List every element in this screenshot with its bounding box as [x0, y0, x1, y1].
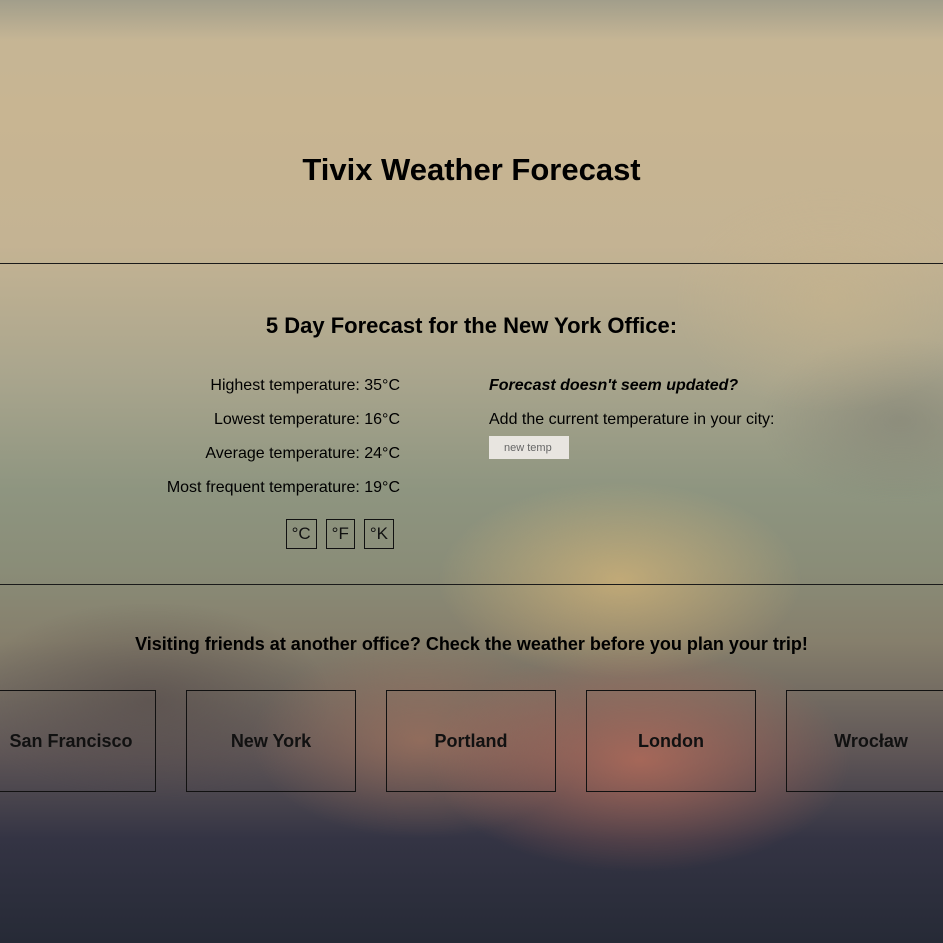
average-temperature: Average temperature: 24°C	[205, 445, 400, 462]
section-divider-top	[0, 263, 943, 264]
celsius-button[interactable]: °C	[285, 519, 317, 549]
city-card-san-francisco[interactable]: San Francisco	[0, 690, 156, 792]
background-overlay	[0, 0, 943, 40]
highest-temperature: Highest temperature: 35°C	[210, 377, 400, 394]
new-temperature-input[interactable]	[489, 436, 569, 459]
section-divider-bottom	[0, 584, 943, 585]
city-card-new-york[interactable]: New York	[186, 690, 356, 792]
city-card-wroclaw[interactable]: Wrocław	[786, 690, 943, 792]
unit-toggle-group: °C °F °K	[285, 519, 394, 549]
update-temperature-panel: Forecast doesn't seem updated? Add the c…	[489, 376, 774, 459]
update-question: Forecast doesn't seem updated?	[489, 377, 739, 394]
temperature-stats: Highest temperature: 35°C Lowest tempera…	[167, 376, 400, 512]
fahrenheit-button[interactable]: °F	[325, 519, 355, 549]
offices-heading: Visiting friends at another office? Chec…	[135, 634, 808, 654]
city-card-london[interactable]: London	[586, 690, 756, 792]
city-card-portland[interactable]: Portland	[386, 690, 556, 792]
office-city-list: San Francisco New York Portland London W…	[0, 690, 943, 792]
page-title: Tivix Weather Forecast	[302, 152, 641, 187]
most-frequent-temperature: Most frequent temperature: 19°C	[166, 479, 400, 496]
kelvin-button[interactable]: °K	[363, 519, 394, 549]
update-instruction: Add the current temperature in your city…	[489, 411, 775, 428]
forecast-heading: 5 Day Forecast for the New York Office:	[265, 313, 678, 338]
lowest-temperature: Lowest temperature: 16°C	[213, 411, 400, 428]
